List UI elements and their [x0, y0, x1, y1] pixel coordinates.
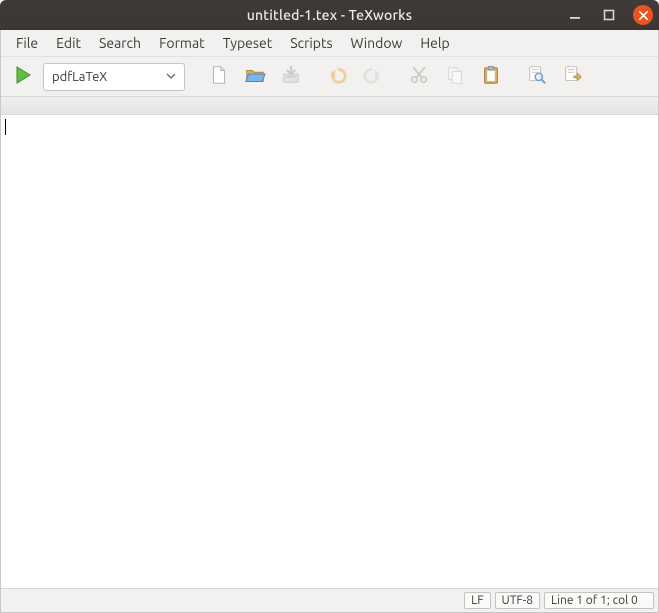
new-file-button[interactable] — [203, 61, 235, 93]
statusbar: LF UTF-8 Line 1 of 1; col 0 — [1, 588, 658, 612]
menu-typeset[interactable]: Typeset — [214, 32, 282, 54]
menubar: File Edit Search Format Typeset Scripts … — [1, 30, 658, 57]
redo-button[interactable] — [357, 61, 389, 93]
paste-button[interactable] — [475, 61, 507, 93]
maximize-button[interactable] — [599, 5, 619, 25]
minimize-button[interactable] — [565, 5, 585, 25]
text-caret — [5, 119, 6, 135]
cut-button[interactable] — [403, 61, 435, 93]
menu-scripts[interactable]: Scripts — [281, 32, 341, 54]
new-file-icon — [208, 64, 230, 90]
text-editor[interactable] — [1, 115, 658, 588]
copy-button[interactable] — [439, 61, 471, 93]
undo-button[interactable] — [321, 61, 353, 93]
search-icon — [526, 64, 548, 90]
copy-icon — [444, 64, 466, 90]
chevron-down-icon — [166, 70, 176, 84]
titlebar: untitled-1.tex - TeXworks — [0, 0, 659, 30]
editor-header-strip — [1, 97, 658, 115]
save-icon — [280, 64, 302, 90]
replace-icon — [562, 64, 584, 90]
redo-icon — [362, 64, 384, 90]
close-button[interactable] — [633, 5, 653, 25]
window-title: untitled-1.tex - TeXworks — [0, 7, 659, 23]
window-body: File Edit Search Format Typeset Scripts … — [0, 30, 659, 613]
replace-button[interactable] — [557, 61, 589, 93]
clipboard-icon — [480, 64, 502, 90]
status-encoding[interactable]: UTF-8 — [495, 592, 540, 609]
find-button[interactable] — [521, 61, 553, 93]
typeset-button[interactable] — [7, 61, 39, 93]
open-folder-icon — [244, 64, 266, 90]
menu-window[interactable]: Window — [342, 32, 412, 54]
play-icon — [13, 65, 33, 89]
menu-edit[interactable]: Edit — [47, 32, 90, 54]
status-position[interactable]: Line 1 of 1; col 0 — [544, 592, 654, 609]
scissors-icon — [408, 64, 430, 90]
status-line-ending[interactable]: LF — [464, 592, 490, 609]
engine-select[interactable]: pdfLaTeX — [43, 63, 185, 91]
undo-icon — [326, 64, 348, 90]
window-controls — [565, 5, 653, 25]
menu-search[interactable]: Search — [90, 32, 150, 54]
toolbar: pdfLaTeX — [1, 57, 658, 97]
menu-format[interactable]: Format — [150, 32, 214, 54]
menu-file[interactable]: File — [7, 32, 47, 54]
menu-help[interactable]: Help — [411, 32, 458, 54]
engine-select-value: pdfLaTeX — [52, 70, 107, 84]
save-button[interactable] — [275, 61, 307, 93]
open-file-button[interactable] — [239, 61, 271, 93]
editor-area — [1, 115, 658, 588]
